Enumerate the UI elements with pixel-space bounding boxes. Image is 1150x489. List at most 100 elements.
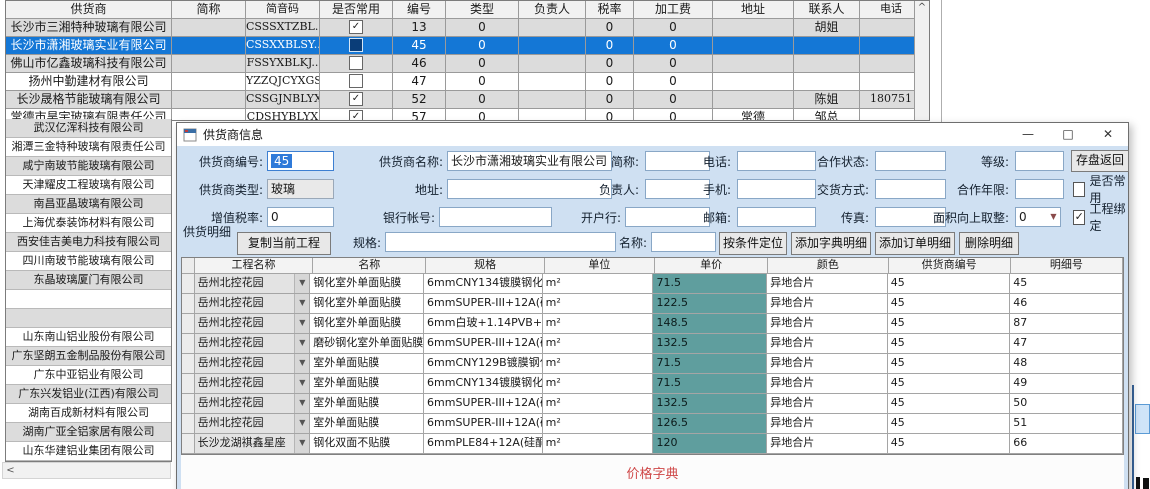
coop-years-field[interactable] bbox=[1015, 179, 1064, 199]
col-unit[interactable]: 单位 bbox=[545, 258, 655, 273]
cell-color[interactable]: 异地合片 bbox=[767, 414, 888, 433]
checkbox[interactable] bbox=[1073, 182, 1085, 197]
cell-price[interactable]: 132.5 bbox=[653, 394, 767, 413]
col-type[interactable]: 类型 bbox=[446, 1, 519, 18]
cell-supplier-no[interactable]: 45 bbox=[888, 294, 1010, 313]
cell-number[interactable]: 45 bbox=[393, 37, 446, 54]
list-item[interactable]: 四川南玻节能玻璃有限公司 bbox=[6, 252, 171, 271]
row-header[interactable] bbox=[182, 274, 195, 293]
list-item[interactable]: 西安佳吉美电力科技有限公司 bbox=[6, 233, 171, 252]
maximize-icon[interactable]: □ bbox=[1048, 123, 1088, 146]
combo-arrow-icon[interactable]: ▼ bbox=[294, 394, 309, 413]
cell-name[interactable]: 钢化室外单面贴膜 bbox=[310, 314, 424, 333]
cell-address[interactable] bbox=[713, 55, 794, 72]
add-order-button[interactable]: 添加订单明细 bbox=[875, 232, 955, 255]
cell-type[interactable]: 0 bbox=[446, 73, 519, 90]
cell-name[interactable]: 钢化室外单面贴膜 bbox=[310, 294, 424, 313]
delivery-field[interactable] bbox=[875, 179, 946, 199]
cell-spec[interactable]: 6mmCNY134镀膜钢化 bbox=[424, 374, 543, 393]
checkbox[interactable]: ✓ bbox=[1073, 210, 1085, 225]
col-project[interactable]: 工程名称 bbox=[195, 258, 313, 273]
cell-name[interactable]: 钢化双面不贴膜 bbox=[310, 434, 424, 453]
col-common[interactable]: 是否常用 bbox=[320, 1, 393, 18]
cell-spec[interactable]: 6mm白玻+1.14PVB+6mm... bbox=[424, 314, 543, 333]
combo-arrow-icon[interactable]: ▼ bbox=[294, 334, 309, 353]
checkbox[interactable] bbox=[349, 56, 363, 70]
cell-owner[interactable] bbox=[519, 37, 586, 54]
dialog-titlebar[interactable]: 供货商信息 — □ ✕ bbox=[177, 123, 1128, 146]
combo-arrow-icon[interactable]: ▼ bbox=[294, 434, 309, 453]
scroll-up-icon[interactable]: ^ bbox=[915, 1, 929, 16]
horizontal-scrollbar[interactable]: < bbox=[2, 462, 171, 479]
cell-name[interactable]: 磨砂钢化室外单面贴膜 bbox=[310, 334, 424, 353]
cell-price[interactable]: 132.5 bbox=[653, 334, 767, 353]
cell-project[interactable]: 岳州北控花园▼ bbox=[195, 414, 311, 433]
list-item[interactable]: 湖南广亚全铝家居有限公司 bbox=[6, 423, 171, 442]
cell-tax[interactable]: 0 bbox=[586, 91, 634, 108]
list-item[interactable]: 南昌亚晶玻璃有限公司 bbox=[6, 195, 171, 214]
cell-type[interactable]: 0 bbox=[446, 91, 519, 108]
cell-unit[interactable]: m² bbox=[543, 354, 654, 373]
cell-common[interactable]: ✓ bbox=[320, 19, 393, 36]
cell-supplier[interactable]: 长沙市三湘特种玻璃有限公司 bbox=[6, 19, 172, 36]
cell-supplier[interactable]: 扬州中勤建材有限公司 bbox=[6, 73, 172, 90]
supplier-row-2-selected[interactable]: 长沙市潇湘玻璃实业有限公司 CSSXXBLSY.. 45 0 0 0 bbox=[6, 37, 929, 55]
row-header[interactable] bbox=[182, 434, 195, 453]
cell-detail-no[interactable]: 51 bbox=[1010, 414, 1123, 433]
cell-price[interactable]: 122.5 bbox=[653, 294, 767, 313]
cell-code[interactable]: CSSSXTZBL.. bbox=[246, 19, 320, 36]
cell-type[interactable]: 0 bbox=[446, 109, 519, 121]
detail-row[interactable]: 长沙龙湖祺鑫星座▼ 钢化双面不贴膜 6mmPLE84+12A(硅酮胶... m²… bbox=[182, 434, 1123, 454]
background-scrollbar-thumb[interactable] bbox=[1135, 404, 1150, 434]
cell-code[interactable]: YZZQJCYXGS bbox=[246, 73, 320, 90]
list-item[interactable]: 广东中亚铝业有限公司 bbox=[6, 366, 171, 385]
col-color[interactable]: 颜色 bbox=[768, 258, 888, 273]
cell-name[interactable]: 室外单面贴膜 bbox=[310, 394, 424, 413]
cell-tax[interactable]: 0 bbox=[586, 55, 634, 72]
cell-abbr[interactable] bbox=[172, 73, 246, 90]
cell-address[interactable] bbox=[713, 19, 794, 36]
cell-name[interactable]: 室外单面贴膜 bbox=[310, 354, 424, 373]
cell-project[interactable]: 岳州北控花园▼ bbox=[195, 374, 311, 393]
cell-supplier-no[interactable]: 45 bbox=[888, 374, 1010, 393]
cell-supplier[interactable]: 长沙晟格节能玻璃有限公司 bbox=[6, 91, 172, 108]
list-item[interactable]: 湖南百成新材料有限公司 bbox=[6, 404, 171, 423]
cell-detail-no[interactable]: 50 bbox=[1010, 394, 1123, 413]
cell-detail-no[interactable]: 66 bbox=[1010, 434, 1123, 453]
col-owner[interactable]: 负责人 bbox=[519, 1, 586, 18]
cell-unit[interactable]: m² bbox=[543, 434, 654, 453]
list-item[interactable]: 东晶玻璃厦门有限公司 bbox=[6, 271, 171, 290]
detail-row[interactable]: 岳州北控花园▼ 磨砂钢化室外单面贴膜 6mmSUPER-III+12A(硅...… bbox=[182, 334, 1123, 354]
common-use-checkbox[interactable]: 是否常用 bbox=[1073, 179, 1128, 199]
cell-abbr[interactable] bbox=[172, 55, 246, 72]
cell-number[interactable]: 47 bbox=[393, 73, 446, 90]
cell-address[interactable] bbox=[713, 73, 794, 90]
cell-supplier-no[interactable]: 45 bbox=[888, 354, 1010, 373]
detail-row[interactable]: 岳州北控花园▼ 室外单面贴膜 6mmCNY129B镀膜钢化 m² 71.5 异地… bbox=[182, 354, 1123, 374]
cell-code[interactable]: CSSGJNBLYXGS bbox=[246, 91, 320, 108]
cell-common[interactable] bbox=[320, 55, 393, 72]
cell-color[interactable]: 异地合片 bbox=[767, 294, 888, 313]
cell-code[interactable]: FSSYXBLKJ.. bbox=[246, 55, 320, 72]
cell-address[interactable]: 常德 bbox=[713, 109, 794, 121]
delete-detail-button[interactable]: 删除明细 bbox=[959, 232, 1019, 255]
cell-unit[interactable]: m² bbox=[543, 314, 654, 333]
cell-type[interactable]: 0 bbox=[446, 19, 519, 36]
cell-name[interactable]: 钢化室外单面贴膜 bbox=[310, 274, 424, 293]
cell-price[interactable]: 71.5 bbox=[653, 354, 767, 373]
list-item[interactable]: 山东南山铝业股份有限公司 bbox=[6, 328, 171, 347]
vertical-scrollbar[interactable]: ^ bbox=[914, 1, 929, 120]
supplier-row-5[interactable]: 长沙晟格节能玻璃有限公司 CSSGJNBLYXGS ✓ 52 0 0 0 陈姐 … bbox=[6, 91, 929, 109]
cell-contact[interactable]: 邹总 bbox=[794, 109, 860, 121]
cell-color[interactable]: 异地合片 bbox=[767, 274, 888, 293]
combo-arrow-icon[interactable]: ▼ bbox=[294, 374, 309, 393]
checkbox[interactable]: ✓ bbox=[349, 20, 363, 34]
combo-arrow-icon[interactable]: ▼ bbox=[294, 274, 309, 293]
cell-contact[interactable]: 陈姐 bbox=[794, 91, 860, 108]
cell-spec[interactable]: 6mmCNY134镀膜钢化 bbox=[424, 274, 543, 293]
locate-button[interactable]: 按条件定位 bbox=[719, 232, 787, 255]
list-item[interactable]: 咸宁南玻节能玻璃有限公司 bbox=[6, 157, 171, 176]
cell-supplier[interactable]: 长沙市潇湘玻璃实业有限公司 bbox=[6, 37, 172, 54]
copy-project-button[interactable]: 复制当前工程 bbox=[237, 232, 331, 255]
list-item[interactable]: 天津耀皮工程玻璃有限公司 bbox=[6, 176, 171, 195]
